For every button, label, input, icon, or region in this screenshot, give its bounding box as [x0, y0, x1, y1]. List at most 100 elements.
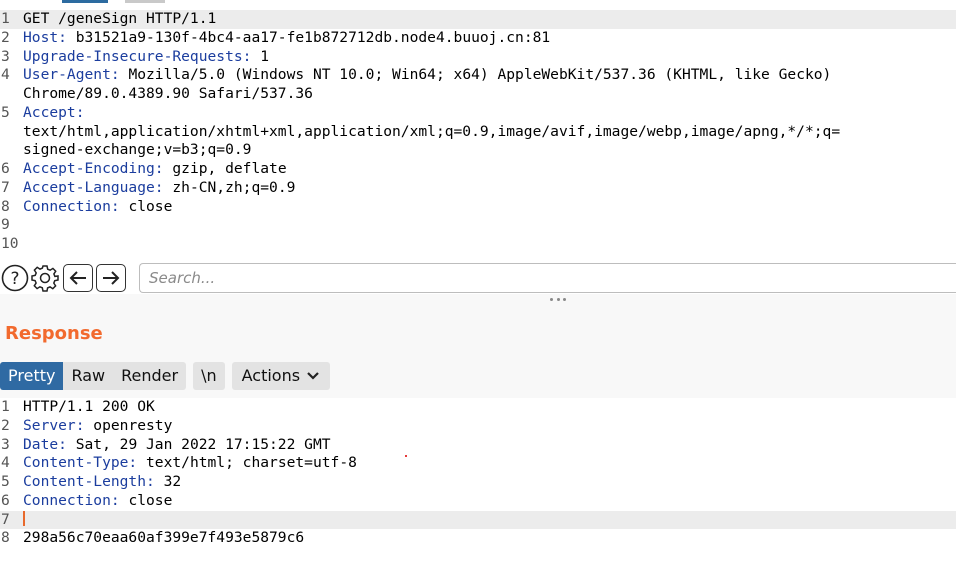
header-name: Connection:: [23, 197, 120, 215]
line-number: 7: [1, 178, 10, 196]
header-value: Chrome/89.0.4389.90 Safari/537.36: [23, 85, 313, 102]
line-number: 3: [1, 47, 10, 65]
header-value: openresty: [84, 416, 173, 434]
back-button[interactable]: [63, 264, 93, 292]
line-number: 1: [1, 10, 10, 27]
header-name: Accept-Encoding:: [23, 160, 164, 177]
response-line: 4 Content-Type: text/html; charset=utf-8: [0, 454, 956, 473]
header-value: GET /geneSign HTTP/1.1: [23, 10, 217, 27]
response-line: 5 Content-Length: 32: [0, 473, 956, 492]
tab-render[interactable]: Render: [113, 362, 186, 390]
request-editor[interactable]: 1 GET /geneSign HTTP/1.1 2 Host: b31521a9-…: [0, 10, 956, 254]
line-number: 10: [1, 235, 19, 252]
header-name: Accept-Language:: [23, 178, 164, 196]
spell-mark: [405, 455, 407, 457]
header-value: signed-exchange;v=b3;q=0.9: [23, 141, 252, 159]
line-number: 5: [1, 473, 10, 490]
svg-text:?: ?: [10, 269, 19, 289]
response-line: 1 HTTP/1.1 200 OK: [0, 398, 956, 417]
arrow-right-icon: [103, 271, 120, 285]
header-name: Content-Type:: [23, 454, 138, 472]
header-value: text/html,application/xhtml+xml,applicat…: [23, 122, 841, 140]
header-name: Accept:: [23, 103, 85, 121]
tab-raw[interactable]: Raw: [63, 362, 113, 390]
header-value: gzip, deflate: [163, 160, 287, 177]
header-value: 32: [154, 473, 182, 490]
line-number: 2: [1, 416, 10, 434]
line-number: 6: [1, 491, 10, 509]
header-name: User-Agent:: [23, 66, 120, 84]
header-name: Host:: [23, 28, 67, 46]
help-button[interactable]: ?: [0, 263, 30, 293]
line-number: 5: [1, 103, 10, 121]
request-line: 7 Accept-Language: zh-CN,zh;q=0.9: [0, 179, 956, 198]
request-line: 1 GET /geneSign HTTP/1.1: [0, 10, 956, 29]
response-line: 6 Connection: close: [0, 492, 956, 511]
header-value: text/html; charset=utf-8: [137, 454, 357, 472]
response-line: 2 Server: openresty: [0, 417, 956, 436]
header-name: Content-Length:: [23, 473, 155, 490]
top-tab-indicator[interactable]: [125, 0, 165, 3]
header-value: Sat, 29 Jan 2022 17:15:22 GMT: [66, 435, 331, 453]
header-name: Date:: [23, 435, 67, 453]
response-editor[interactable]: 1 HTTP/1.1 200 OK 2 Server: openresty 3 Dat…: [0, 398, 956, 548]
actions-dropdown-button[interactable]: Actions: [231, 362, 331, 390]
response-title: Response: [5, 323, 103, 344]
request-line: signed-exchange;v=b3;q=0.9: [0, 141, 956, 160]
line-number: [0, 85, 23, 104]
arrow-left-icon: [69, 271, 86, 285]
settings-button[interactable]: [30, 263, 60, 293]
pane-resize-handle[interactable]: [550, 298, 566, 302]
header-name: Server:: [23, 416, 85, 434]
line-number: 1: [1, 398, 10, 415]
request-line: 8 Connection: close: [0, 198, 956, 217]
line-number: 9: [1, 216, 10, 234]
header-name: Upgrade-Insecure-Requests:: [23, 47, 252, 65]
line-number: [0, 123, 23, 142]
response-body: 298a56c70eaa60af399e7f493e5879c6: [23, 529, 305, 547]
line-number: 2: [1, 28, 10, 46]
newline-toggle-button[interactable]: \n: [193, 362, 225, 390]
line-number: 6: [1, 160, 10, 177]
top-tab-strip: [0, 0, 956, 10]
header-value: close: [119, 197, 173, 215]
request-line: 3 Upgrade-Insecure-Requests: 1: [0, 48, 956, 67]
chevron-down-icon: [307, 372, 319, 380]
line-number: 4: [1, 454, 10, 472]
header-value: 1: [251, 47, 270, 65]
header-value: zh-CN,zh;q=0.9: [163, 178, 296, 196]
line-number: 8: [1, 197, 10, 215]
request-line: 5 Accept:: [0, 104, 956, 123]
gear-icon: [31, 265, 59, 292]
response-header-area: Response Pretty Raw Render \n Actions: [0, 294, 956, 398]
line-number: 7: [1, 510, 10, 528]
line-number: 8: [1, 529, 10, 547]
text-caret: [23, 510, 25, 526]
request-line: text/html,application/xhtml+xml,applicat…: [0, 123, 956, 142]
header-name: Connection:: [23, 491, 120, 509]
tab-pretty[interactable]: Pretty: [0, 362, 64, 390]
view-mode-group: Pretty Raw Render: [0, 362, 187, 390]
request-line: Chrome/89.0.4389.90 Safari/537.36: [0, 85, 956, 104]
editor-toolbar: ?: [0, 262, 956, 294]
question-circle-icon: ?: [1, 264, 29, 292]
request-line: 6 Accept-Encoding: gzip, deflate: [0, 160, 956, 179]
line-number: 4: [1, 66, 10, 84]
request-line: 4 User-Agent: Mozilla/5.0 (Windows NT 10.…: [0, 66, 956, 85]
header-value: HTTP/1.1 200 OK: [23, 398, 155, 415]
request-line: 10: [0, 235, 956, 254]
actions-label: Actions: [241, 366, 301, 385]
line-number: 3: [1, 435, 10, 453]
top-tab-indicator-active[interactable]: [62, 0, 108, 3]
response-view-tabs: Pretty Raw Render \n Actions: [0, 362, 331, 390]
response-line: 8 298a56c70eaa60af399e7f493e5879c6: [0, 529, 956, 548]
request-line: 2 Host: b31521a9-130f-4bc4-aa17-fe1b87271…: [0, 29, 956, 48]
response-line-current: 7: [0, 510, 956, 530]
search-input[interactable]: [139, 263, 956, 293]
request-line: 9: [0, 216, 956, 235]
line-number: [0, 141, 23, 160]
forward-button[interactable]: [96, 264, 126, 292]
header-value: close: [119, 491, 173, 509]
header-value: Mozilla/5.0 (Windows NT 10.0; Win64; x64…: [119, 66, 832, 84]
response-line: 3 Date: Sat, 29 Jan 2022 17:15:22 GMT: [0, 436, 956, 455]
